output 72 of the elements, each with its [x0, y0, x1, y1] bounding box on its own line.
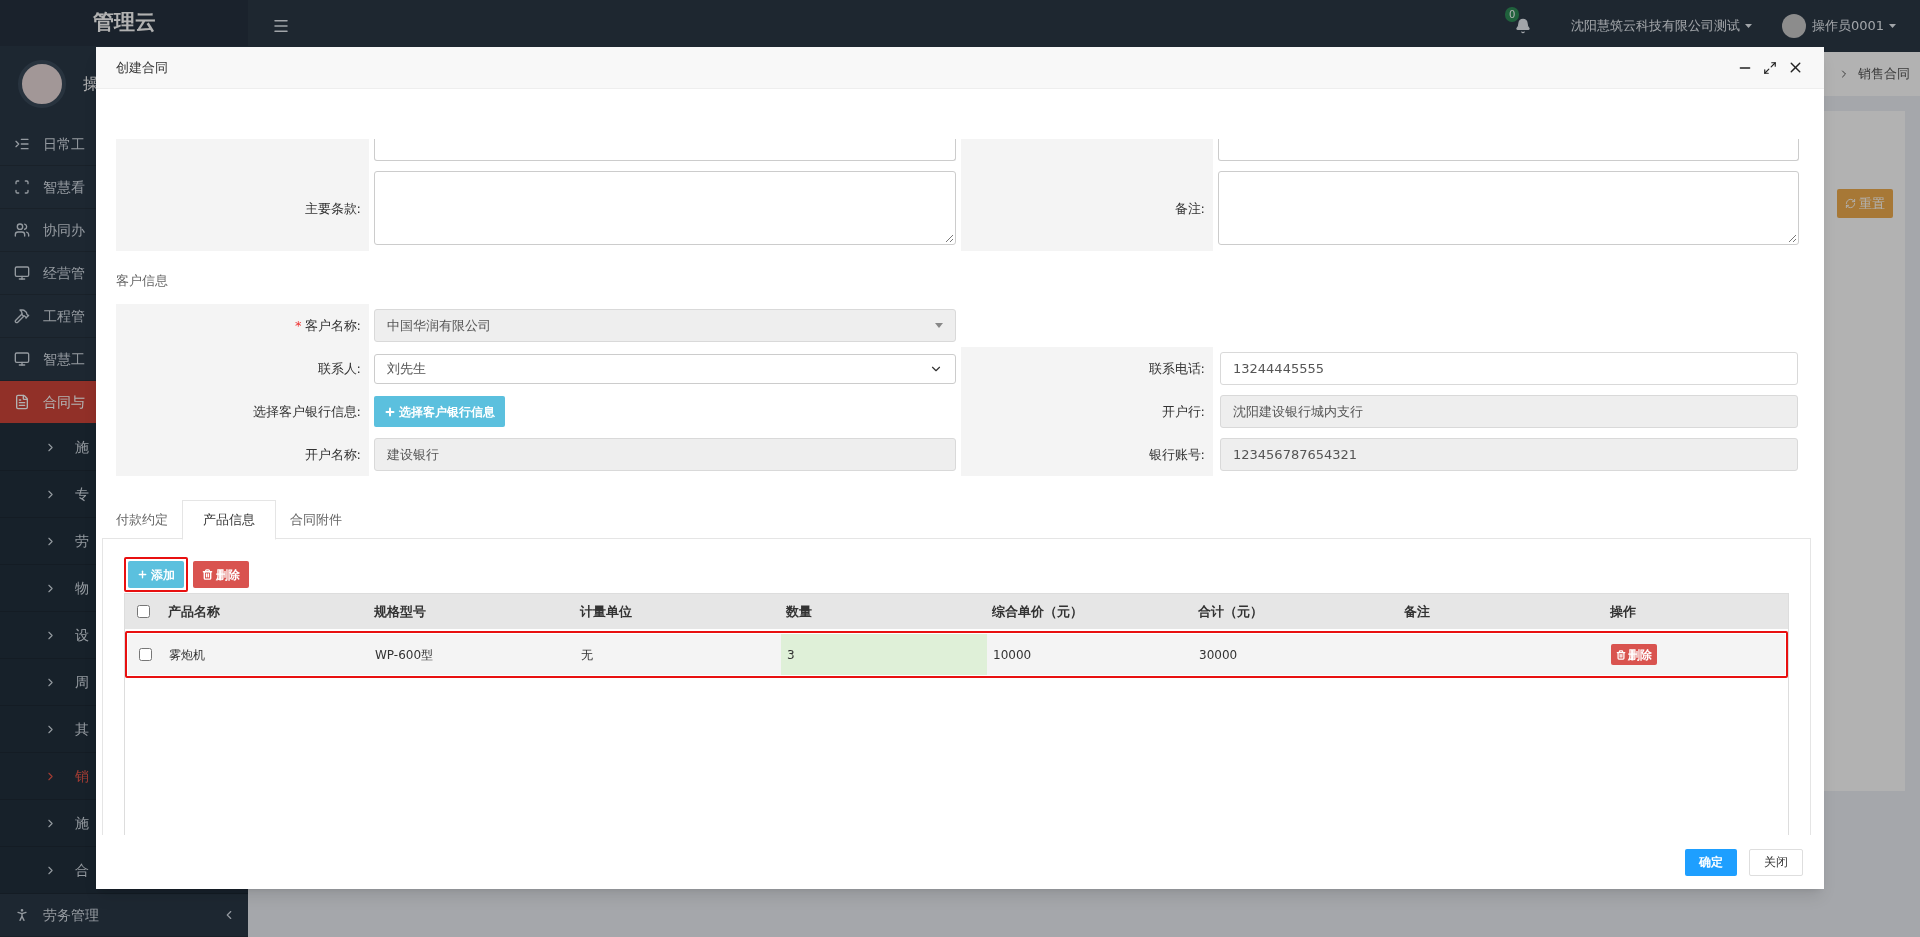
- column-header: 数量: [785, 602, 813, 621]
- caret-icon: [1744, 24, 1752, 28]
- trash-icon: [1616, 649, 1626, 660]
- bell-icon[interactable]: [1514, 18, 1531, 34]
- monitor-icon: [14, 265, 30, 281]
- field-label: 备注:: [1174, 199, 1205, 218]
- tab[interactable]: 付款约定: [102, 500, 182, 540]
- table-cell-text: 30000: [1198, 646, 1239, 664]
- resize-handle-icon: [1789, 235, 1796, 242]
- avatar: [1781, 14, 1806, 38]
- logo-text: 管理云: [92, 9, 156, 37]
- select-field[interactable]: 刘先生: [374, 353, 956, 384]
- trash-icon: [202, 569, 213, 580]
- column-header: 综合单价（元）: [991, 602, 1084, 621]
- tab[interactable]: 产品信息: [182, 500, 276, 540]
- user-menu[interactable]: 操作员0001: [1811, 16, 1896, 36]
- column-header: 合计（元）: [1197, 602, 1264, 621]
- table-cell-text: 无: [580, 646, 594, 664]
- row-checkbox[interactable]: [139, 648, 152, 661]
- resize-handle-icon: [946, 235, 953, 242]
- menu-icon[interactable]: [272, 17, 290, 35]
- section-title: 客户信息: [116, 271, 168, 290]
- column-header: 备注: [1403, 602, 1431, 621]
- field-label: 银行账号:: [1148, 445, 1205, 464]
- column-header: 计量单位: [579, 602, 633, 621]
- plus-icon: [384, 405, 396, 418]
- input-field[interactable]: [374, 139, 956, 161]
- input-field[interactable]: 13244445555: [1220, 352, 1798, 385]
- caret-icon: [1889, 24, 1896, 28]
- field-label: 联系电话:: [1148, 359, 1205, 378]
- field-label: 选择客户银行信息:: [252, 402, 361, 421]
- field-label: 开户行:: [1161, 402, 1205, 421]
- plus-icon: [137, 569, 148, 580]
- table-cell-text: WP-600型: [374, 646, 435, 664]
- table-cell-text: 雾炮机: [168, 646, 206, 664]
- field-label: 主要条款:: [304, 199, 361, 218]
- column-header: 规格型号: [373, 602, 427, 621]
- breadcrumb-link[interactable]: 销售合同: [1858, 64, 1910, 84]
- table-row[interactable]: 雾炮机 WP-600型 无 3 10000 30000 删除: [128, 634, 1785, 675]
- textarea-field[interactable]: [374, 171, 956, 245]
- field-value: 刘先生: [387, 359, 426, 378]
- company-menu[interactable]: 沈阳慧筑云科技有限公司测试: [1570, 16, 1752, 36]
- close-button[interactable]: 关闭: [1749, 848, 1803, 876]
- users-icon: [14, 222, 30, 238]
- field-label: 开户名称:: [304, 445, 361, 464]
- column-header: 产品名称: [167, 602, 221, 621]
- field-value: 中国华润有限公司: [387, 316, 491, 335]
- quantity-cell[interactable]: 3: [781, 634, 987, 675]
- tab[interactable]: 合同附件: [276, 500, 356, 540]
- monitor-icon: [14, 351, 30, 367]
- row-delete-button[interactable]: 删除: [1611, 644, 1657, 665]
- textarea-field[interactable]: [1218, 171, 1799, 245]
- person-icon: [14, 907, 30, 923]
- required-mark: *: [295, 319, 302, 332]
- caret-icon: [935, 323, 943, 328]
- modal-title: 创建合同: [116, 58, 168, 77]
- maximize-icon[interactable]: [1763, 60, 1777, 75]
- document-icon: [14, 394, 30, 410]
- hammer-icon: [14, 308, 30, 324]
- table-cell-text: 10000: [992, 646, 1033, 664]
- refresh-icon: [1845, 198, 1856, 209]
- column-header: 操作: [1609, 602, 1637, 621]
- frame-icon: [14, 179, 30, 195]
- input-field[interactable]: [1218, 139, 1799, 161]
- list-icon: [14, 136, 30, 152]
- nav-item[interactable]: 劳务管理: [0, 894, 248, 937]
- notification-badge: 0: [1504, 7, 1520, 22]
- avatar: [18, 60, 66, 109]
- field-label: 联系人:: [317, 359, 361, 378]
- field-label: 客户名称:: [304, 316, 361, 335]
- select-all-checkbox[interactable]: [137, 605, 150, 618]
- delete-button[interactable]: 删除: [193, 561, 249, 588]
